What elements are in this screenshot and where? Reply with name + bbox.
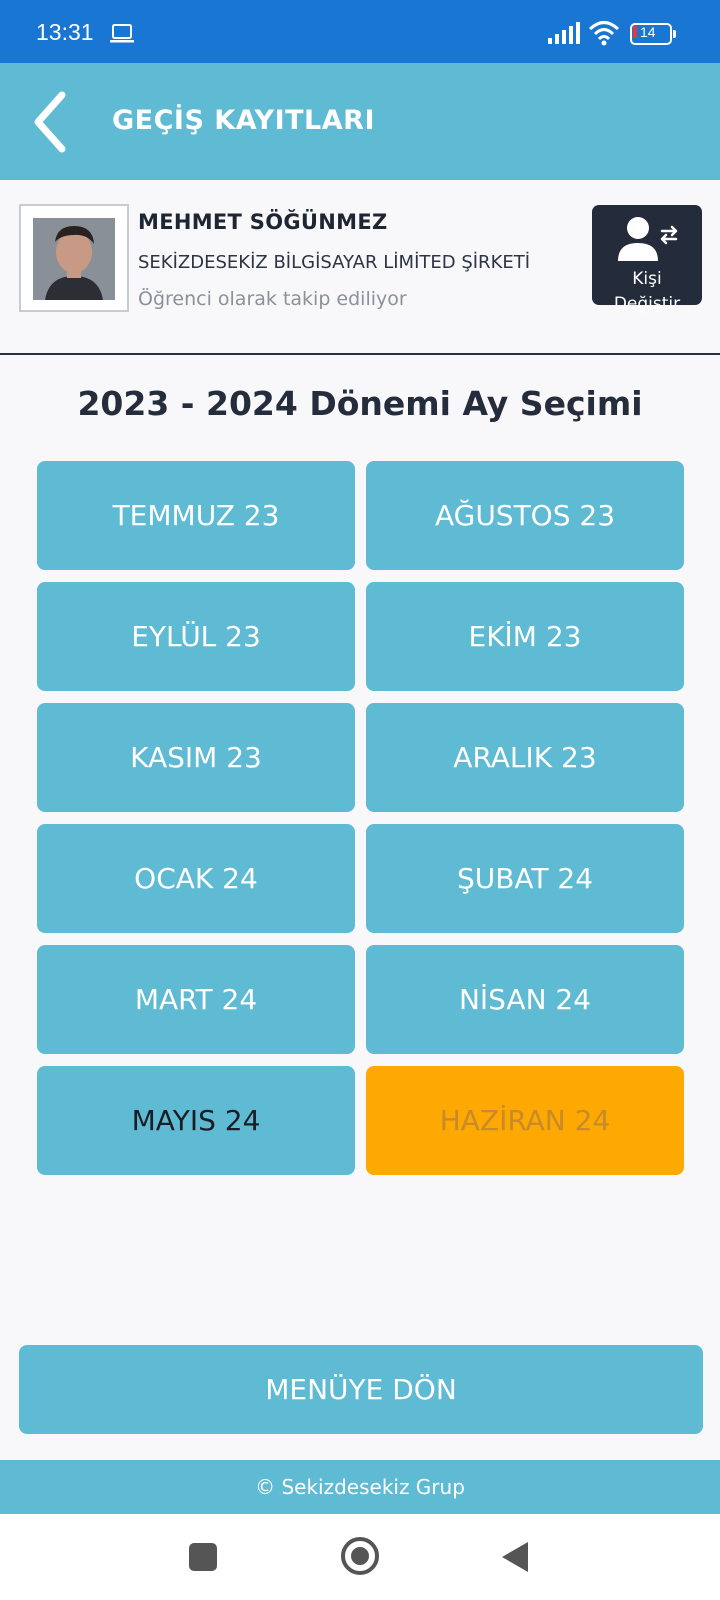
month-button-nisan-24[interactable]: NİSAN 24: [366, 945, 684, 1054]
home-icon[interactable]: [341, 1537, 379, 1575]
footer-copyright: © Sekizdesekiz Grup: [0, 1460, 720, 1514]
battery-level-text: 14: [640, 24, 656, 40]
status-bar: 13:31 14: [0, 0, 720, 63]
back-triangle-icon[interactable]: [502, 1542, 528, 1572]
profile-name: MEHMET SÖĞÜNMEZ: [138, 210, 388, 234]
period-title: 2023 - 2024 Dönemi Ay Seçimi: [77, 384, 643, 423]
status-time: 13:31: [36, 19, 94, 45]
user-swap-icon: [618, 217, 678, 261]
page-title: GEÇİŞ KAYITLARI: [112, 105, 375, 136]
laptop-icon: [110, 24, 134, 48]
profile-company: SEKİZDESEKİZ BİLGİSAYAR LİMİTED ŞİRKETİ: [138, 252, 531, 273]
change-person-label-line1: Kişi: [632, 269, 662, 289]
month-button-haziran-24[interactable]: HAZİRAN 24: [366, 1066, 684, 1175]
back-button[interactable]: [28, 89, 80, 155]
month-button-mayis-24[interactable]: MAYIS 24: [37, 1066, 355, 1175]
chevron-left-icon: [34, 91, 66, 153]
profile-status: Öğrenci olarak takip ediliyor: [138, 288, 407, 310]
recents-icon[interactable]: [189, 1543, 217, 1571]
change-person-button[interactable]: Kişi Değiştir: [592, 205, 702, 314]
month-button-temmuz-23[interactable]: TEMMUZ 23: [37, 461, 355, 570]
avatar: [19, 204, 129, 312]
menu-return-button[interactable]: MENÜYE DÖN: [19, 1345, 703, 1434]
profile-card: MEHMET SÖĞÜNMEZ SEKİZDESEKİZ BİLGİSAYAR …: [0, 180, 720, 355]
app-header: GEÇİŞ KAYITLARI: [0, 63, 720, 180]
battery-icon: 14: [630, 23, 676, 45]
month-button-eylul-23[interactable]: EYLÜL 23: [37, 582, 355, 691]
signal-icon: [548, 22, 580, 48]
month-button-agustos-23[interactable]: AĞUSTOS 23: [366, 461, 684, 570]
month-button-ekim-23[interactable]: EKİM 23: [366, 582, 684, 691]
change-person-label-line2: Değiştir: [613, 294, 681, 314]
month-button-mart-24[interactable]: MART 24: [37, 945, 355, 1054]
month-button-kasim-23[interactable]: KASIM 23: [37, 703, 355, 812]
month-button-ocak-24[interactable]: OCAK 24: [37, 824, 355, 933]
system-nav-bar: [0, 1514, 720, 1600]
month-button-aralik-23[interactable]: ARALIK 23: [366, 703, 684, 812]
wifi-icon: [588, 20, 620, 50]
month-button-subat-24[interactable]: ŞUBAT 24: [366, 824, 684, 933]
